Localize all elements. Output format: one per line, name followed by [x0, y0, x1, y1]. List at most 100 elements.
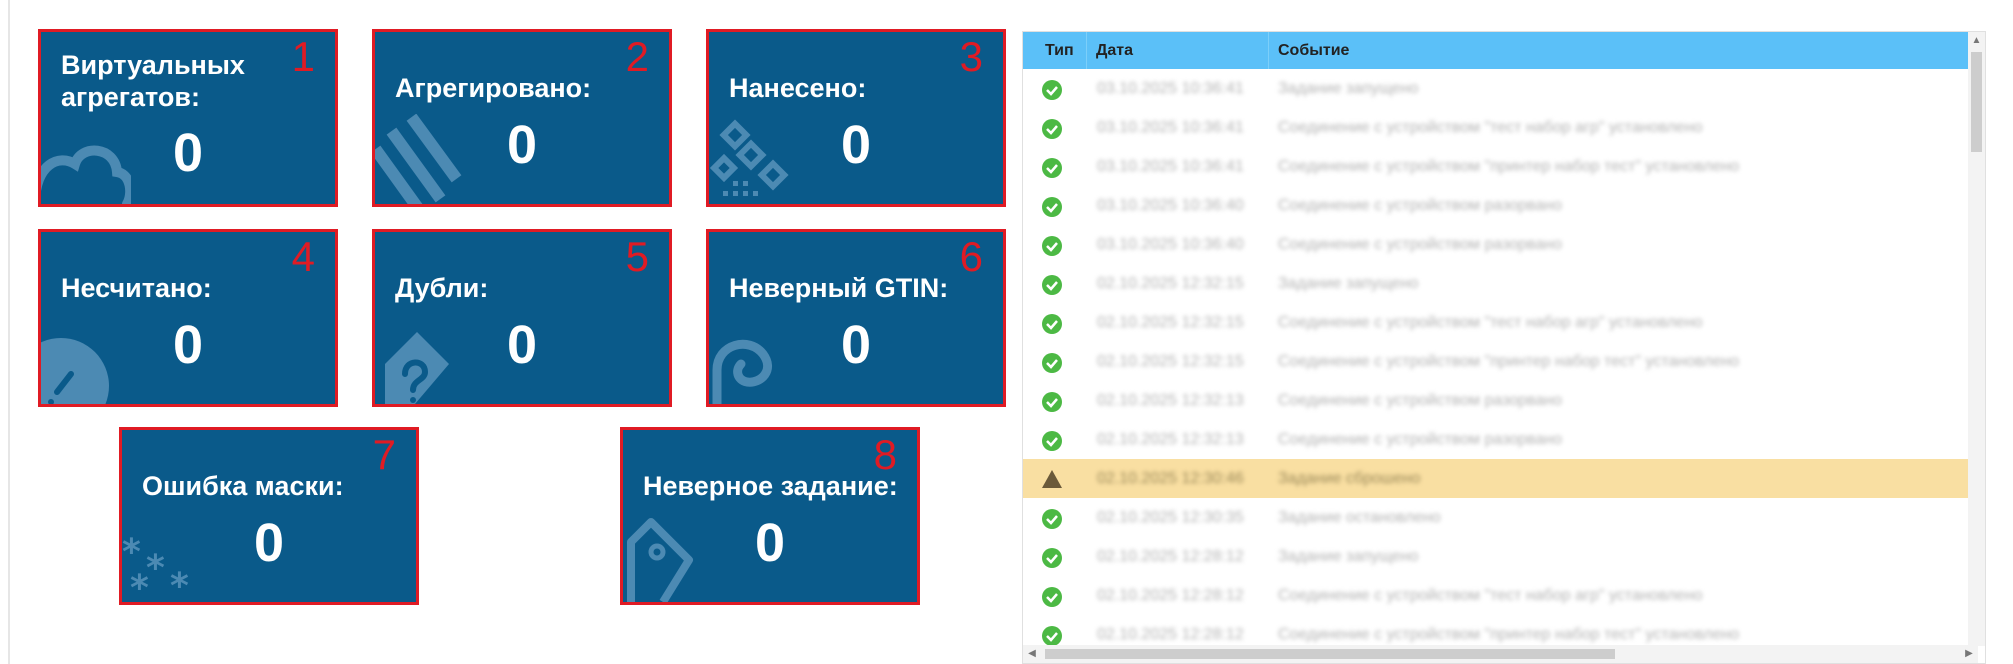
- duplicates-tile: 5 Дубли: 0: [372, 229, 672, 407]
- tile-number-badge: 3: [959, 33, 983, 80]
- table-row[interactable]: 03.10.2025 10:36:41 Задание запущено: [1023, 69, 1978, 108]
- row-date: 03.10.2025 10:36:41: [1097, 119, 1244, 136]
- table-row[interactable]: 02.10.2025 12:32:13 Соединение с устройст…: [1023, 420, 1978, 459]
- success-check-icon: [1041, 352, 1063, 379]
- table-row[interactable]: 03.10.2025 10:36:41 Соединение с устройст…: [1023, 147, 1978, 186]
- table-row[interactable]: 02.10.2025 12:32:15 Соединение с устройст…: [1023, 303, 1978, 342]
- table-row[interactable]: 02.10.2025 12:32:13 Соединение с устройст…: [1023, 381, 1978, 420]
- success-check-icon: [1041, 235, 1063, 262]
- scroll-left-arrow-icon[interactable]: ◀: [1023, 645, 1041, 663]
- tile-label: Виртуальных агрегатов:: [61, 50, 245, 112]
- tile-value: 0: [506, 315, 538, 375]
- tile-number-badge: 6: [959, 233, 983, 280]
- row-date: 03.10.2025 10:36:40: [1097, 236, 1244, 253]
- row-event: Задание сброшено: [1278, 470, 1421, 487]
- row-event: Соединение с устройством "тест набор агр…: [1278, 587, 1703, 604]
- aggregated-tile: 2 Агрегировано: 0: [372, 29, 672, 207]
- table-row[interactable]: 02.10.2025 12:30:35 Задание остановлено: [1023, 498, 1978, 537]
- row-event: Задание запущено: [1278, 275, 1419, 292]
- tile-value: 0: [172, 315, 204, 375]
- table-row[interactable]: 02.10.2025 12:32:15 Соединение с устройст…: [1023, 342, 1978, 381]
- printed-tile: 3 Нанесено: 0: [706, 29, 1006, 207]
- success-check-icon: [1041, 391, 1063, 418]
- row-date: 02.10.2025 12:30:46: [1097, 470, 1244, 487]
- column-header-date[interactable]: Дата: [1096, 32, 1133, 69]
- success-check-icon: [1041, 196, 1063, 223]
- tile-label: Неверное задание:: [643, 471, 898, 501]
- row-event: Соединение с устройством "тест набор агр…: [1278, 119, 1703, 136]
- success-check-icon: [1041, 157, 1063, 184]
- tile-value: 0: [172, 123, 204, 183]
- row-event: Соединение с устройством "принтер набор …: [1278, 158, 1740, 175]
- row-date: 02.10.2025 12:28:12: [1097, 548, 1244, 565]
- column-separator: [1268, 32, 1269, 69]
- success-check-icon: [1041, 313, 1063, 340]
- row-event: Соединение с устройством разорвано: [1278, 392, 1562, 409]
- success-check-icon: [1041, 118, 1063, 145]
- vertical-scrollbar[interactable]: ▲: [1968, 32, 1985, 646]
- tile-value: 0: [754, 513, 786, 573]
- table-row[interactable]: 02.10.2025 12:28:12 Задание запущено: [1023, 537, 1978, 576]
- table-body: 03.10.2025 10:36:41 Задание запущено 03.10…: [1023, 69, 1978, 654]
- row-event: Соединение с устройством разорвано: [1278, 431, 1562, 448]
- left-border: [8, 0, 10, 664]
- wrong-gtin-tile: 6 Неверный GTIN: 0: [706, 229, 1006, 407]
- tile-label: Ошибка маски:: [142, 471, 344, 501]
- tile-value: 0: [506, 115, 538, 175]
- row-event: Задание остановлено: [1278, 509, 1441, 526]
- row-event: Задание запущено: [1278, 80, 1419, 97]
- event-log-table[interactable]: Тип Дата Событие 03.10.2025 10:36:41 Зада…: [1022, 31, 1986, 664]
- success-check-icon: [1041, 274, 1063, 301]
- row-date: 03.10.2025 10:36:41: [1097, 158, 1244, 175]
- tile-value: 0: [840, 315, 872, 375]
- tile-label: Дубли:: [395, 273, 489, 303]
- row-event: Соединение с устройством "принтер набор …: [1278, 353, 1740, 370]
- success-check-icon: [1041, 79, 1063, 106]
- wrong-task-tile: 8 Неверное задание: 0: [620, 427, 920, 605]
- row-date: 03.10.2025 10:36:40: [1097, 197, 1244, 214]
- row-event: Соединение с устройством "тест набор агр…: [1278, 314, 1703, 331]
- success-check-icon: [1041, 586, 1063, 613]
- virtual-aggregates-tile: 1 Виртуальных агрегатов: 0: [38, 29, 338, 207]
- column-header-type[interactable]: Тип: [1045, 32, 1074, 69]
- row-date: 02.10.2025 12:32:13: [1097, 431, 1244, 448]
- horizontal-scrollbar[interactable]: ◀ ▶: [1023, 645, 1978, 663]
- row-date: 02.10.2025 12:32:15: [1097, 353, 1244, 370]
- tile-label: Нанесено:: [729, 73, 867, 103]
- scroll-up-arrow-icon[interactable]: ▲: [1968, 32, 1985, 50]
- tile-label: Агрегировано:: [395, 73, 592, 103]
- mask-error-tile: * * * * 7 Ошибка маски: 0: [119, 427, 419, 605]
- table-row[interactable]: 02.10.2025 12:30:46 Задание сброшено: [1023, 459, 1978, 498]
- table-row[interactable]: 03.10.2025 10:36:40 Соединение с устройст…: [1023, 225, 1978, 264]
- tile-value: 0: [253, 513, 285, 573]
- scroll-right-arrow-icon[interactable]: ▶: [1960, 645, 1978, 663]
- success-check-icon: [1041, 430, 1063, 457]
- horizontal-scroll-thumb[interactable]: [1045, 649, 1615, 659]
- row-event: Соединение с устройством разорвано: [1278, 197, 1562, 214]
- tile-label: Неверный GTIN:: [729, 273, 949, 303]
- table-row[interactable]: 02.10.2025 12:32:15 Задание запущено: [1023, 264, 1978, 303]
- table-row[interactable]: 03.10.2025 10:36:40 Соединение с устройст…: [1023, 186, 1978, 225]
- row-date: 03.10.2025 10:36:41: [1097, 80, 1244, 97]
- tile-number-badge: 7: [372, 431, 396, 478]
- row-date: 02.10.2025 12:30:35: [1097, 509, 1244, 526]
- table-header: Тип Дата Событие: [1023, 32, 1978, 69]
- unread-tile: 4 Несчитано: 0: [38, 229, 338, 407]
- row-date: 02.10.2025 12:28:12: [1097, 587, 1244, 604]
- success-check-icon: [1041, 508, 1063, 535]
- svg-text:*: *: [170, 566, 189, 602]
- row-event: Соединение с устройством разорвано: [1278, 236, 1562, 253]
- row-date: 02.10.2025 12:32:15: [1097, 314, 1244, 331]
- table-row[interactable]: 02.10.2025 12:28:12 Соединение с устройст…: [1023, 576, 1978, 615]
- svg-text:*: *: [130, 568, 149, 602]
- tile-number-badge: 4: [291, 233, 315, 280]
- tile-number-badge: 5: [625, 233, 649, 280]
- tile-number-badge: 2: [625, 33, 649, 80]
- success-check-icon: [1041, 547, 1063, 574]
- warning-icon: [1041, 469, 1063, 494]
- row-event: Задание запущено: [1278, 548, 1419, 565]
- vertical-scroll-thumb[interactable]: [1971, 52, 1982, 152]
- table-row[interactable]: 03.10.2025 10:36:41 Соединение с устройст…: [1023, 108, 1978, 147]
- column-header-event[interactable]: Событие: [1278, 32, 1349, 69]
- tile-label: Несчитано:: [61, 273, 212, 303]
